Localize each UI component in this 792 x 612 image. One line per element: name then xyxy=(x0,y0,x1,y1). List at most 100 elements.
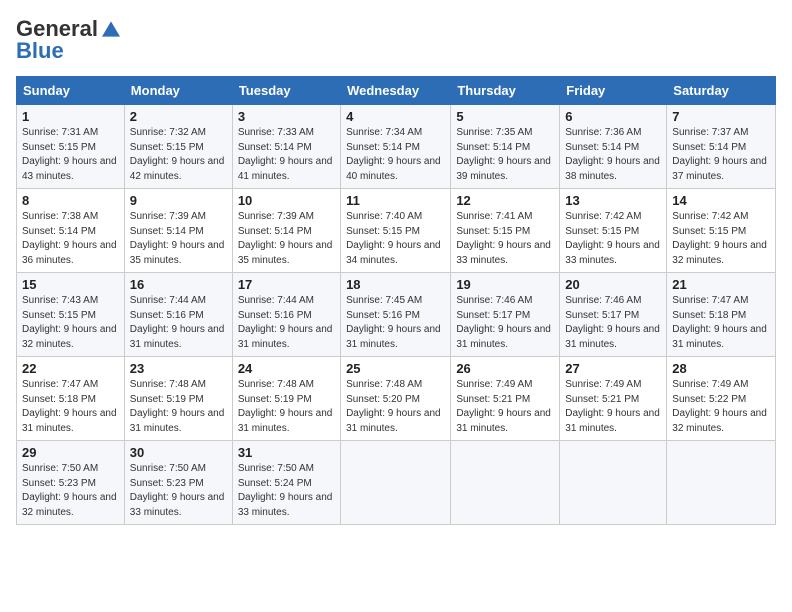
calendar-cell: 2 Sunrise: 7:32 AM Sunset: 5:15 PM Dayli… xyxy=(124,105,232,189)
calendar-cell xyxy=(341,441,451,525)
day-number: 7 xyxy=(672,109,770,124)
day-detail: Sunrise: 7:39 AM Sunset: 5:14 PM Dayligh… xyxy=(238,210,335,268)
day-detail: Sunrise: 7:38 AM Sunset: 5:14 PM Dayligh… xyxy=(22,210,119,268)
day-detail: Sunrise: 7:47 AM Sunset: 5:18 PM Dayligh… xyxy=(672,294,770,352)
day-number: 18 xyxy=(346,277,445,292)
calendar-cell: 15 Sunrise: 7:43 AM Sunset: 5:15 PM Dayl… xyxy=(17,273,125,357)
calendar-cell: 12 Sunrise: 7:41 AM Sunset: 5:15 PM Dayl… xyxy=(451,189,560,273)
day-number: 11 xyxy=(346,193,445,208)
calendar-cell: 18 Sunrise: 7:45 AM Sunset: 5:16 PM Dayl… xyxy=(341,273,451,357)
day-number: 19 xyxy=(456,277,554,292)
calendar-cell: 4 Sunrise: 7:34 AM Sunset: 5:14 PM Dayli… xyxy=(341,105,451,189)
day-number: 10 xyxy=(238,193,335,208)
calendar-cell: 6 Sunrise: 7:36 AM Sunset: 5:14 PM Dayli… xyxy=(560,105,667,189)
weekday-header-tuesday: Tuesday xyxy=(232,77,340,105)
day-detail: Sunrise: 7:49 AM Sunset: 5:21 PM Dayligh… xyxy=(456,378,554,436)
day-detail: Sunrise: 7:43 AM Sunset: 5:15 PM Dayligh… xyxy=(22,294,119,352)
day-detail: Sunrise: 7:42 AM Sunset: 5:15 PM Dayligh… xyxy=(672,210,770,268)
weekday-header-wednesday: Wednesday xyxy=(341,77,451,105)
day-number: 13 xyxy=(565,193,661,208)
day-detail: Sunrise: 7:45 AM Sunset: 5:16 PM Dayligh… xyxy=(346,294,445,352)
day-number: 5 xyxy=(456,109,554,124)
calendar-cell: 23 Sunrise: 7:48 AM Sunset: 5:19 PM Dayl… xyxy=(124,357,232,441)
day-detail: Sunrise: 7:50 AM Sunset: 5:23 PM Dayligh… xyxy=(130,462,227,520)
calendar-cell xyxy=(667,441,776,525)
calendar-cell: 3 Sunrise: 7:33 AM Sunset: 5:14 PM Dayli… xyxy=(232,105,340,189)
calendar-cell: 25 Sunrise: 7:48 AM Sunset: 5:20 PM Dayl… xyxy=(341,357,451,441)
day-detail: Sunrise: 7:48 AM Sunset: 5:20 PM Dayligh… xyxy=(346,378,445,436)
weekday-header-thursday: Thursday xyxy=(451,77,560,105)
day-detail: Sunrise: 7:31 AM Sunset: 5:15 PM Dayligh… xyxy=(22,126,119,184)
calendar-cell: 13 Sunrise: 7:42 AM Sunset: 5:15 PM Dayl… xyxy=(560,189,667,273)
calendar-cell: 9 Sunrise: 7:39 AM Sunset: 5:14 PM Dayli… xyxy=(124,189,232,273)
day-number: 23 xyxy=(130,361,227,376)
day-detail: Sunrise: 7:49 AM Sunset: 5:22 PM Dayligh… xyxy=(672,378,770,436)
day-number: 15 xyxy=(22,277,119,292)
day-number: 3 xyxy=(238,109,335,124)
calendar-cell: 11 Sunrise: 7:40 AM Sunset: 5:15 PM Dayl… xyxy=(341,189,451,273)
logo-blue-label: Blue xyxy=(16,38,64,64)
calendar-cell xyxy=(560,441,667,525)
day-number: 17 xyxy=(238,277,335,292)
day-detail: Sunrise: 7:48 AM Sunset: 5:19 PM Dayligh… xyxy=(130,378,227,436)
calendar-cell: 10 Sunrise: 7:39 AM Sunset: 5:14 PM Dayl… xyxy=(232,189,340,273)
day-detail: Sunrise: 7:41 AM Sunset: 5:15 PM Dayligh… xyxy=(456,210,554,268)
day-detail: Sunrise: 7:44 AM Sunset: 5:16 PM Dayligh… xyxy=(130,294,227,352)
day-detail: Sunrise: 7:39 AM Sunset: 5:14 PM Dayligh… xyxy=(130,210,227,268)
calendar-cell: 26 Sunrise: 7:49 AM Sunset: 5:21 PM Dayl… xyxy=(451,357,560,441)
calendar-cell xyxy=(451,441,560,525)
calendar-cell: 1 Sunrise: 7:31 AM Sunset: 5:15 PM Dayli… xyxy=(17,105,125,189)
day-detail: Sunrise: 7:50 AM Sunset: 5:24 PM Dayligh… xyxy=(238,462,335,520)
day-number: 31 xyxy=(238,445,335,460)
calendar-cell: 20 Sunrise: 7:46 AM Sunset: 5:17 PM Dayl… xyxy=(560,273,667,357)
logo: General Blue xyxy=(16,16,123,64)
day-number: 24 xyxy=(238,361,335,376)
calendar-cell: 21 Sunrise: 7:47 AM Sunset: 5:18 PM Dayl… xyxy=(667,273,776,357)
day-detail: Sunrise: 7:50 AM Sunset: 5:23 PM Dayligh… xyxy=(22,462,119,520)
day-number: 8 xyxy=(22,193,119,208)
day-number: 9 xyxy=(130,193,227,208)
calendar-cell: 5 Sunrise: 7:35 AM Sunset: 5:14 PM Dayli… xyxy=(451,105,560,189)
day-detail: Sunrise: 7:49 AM Sunset: 5:21 PM Dayligh… xyxy=(565,378,661,436)
day-number: 28 xyxy=(672,361,770,376)
day-detail: Sunrise: 7:40 AM Sunset: 5:15 PM Dayligh… xyxy=(346,210,445,268)
calendar-cell: 14 Sunrise: 7:42 AM Sunset: 5:15 PM Dayl… xyxy=(667,189,776,273)
day-detail: Sunrise: 7:33 AM Sunset: 5:14 PM Dayligh… xyxy=(238,126,335,184)
day-number: 12 xyxy=(456,193,554,208)
page-header: General Blue xyxy=(16,16,776,64)
day-detail: Sunrise: 7:36 AM Sunset: 5:14 PM Dayligh… xyxy=(565,126,661,184)
day-number: 25 xyxy=(346,361,445,376)
day-detail: Sunrise: 7:46 AM Sunset: 5:17 PM Dayligh… xyxy=(456,294,554,352)
day-number: 4 xyxy=(346,109,445,124)
calendar-cell: 31 Sunrise: 7:50 AM Sunset: 5:24 PM Dayl… xyxy=(232,441,340,525)
calendar-cell: 28 Sunrise: 7:49 AM Sunset: 5:22 PM Dayl… xyxy=(667,357,776,441)
calendar-cell: 22 Sunrise: 7:47 AM Sunset: 5:18 PM Dayl… xyxy=(17,357,125,441)
day-number: 29 xyxy=(22,445,119,460)
calendar-cell: 7 Sunrise: 7:37 AM Sunset: 5:14 PM Dayli… xyxy=(667,105,776,189)
day-number: 20 xyxy=(565,277,661,292)
day-number: 21 xyxy=(672,277,770,292)
day-number: 30 xyxy=(130,445,227,460)
day-number: 1 xyxy=(22,109,119,124)
day-number: 16 xyxy=(130,277,227,292)
day-number: 2 xyxy=(130,109,227,124)
calendar-cell: 29 Sunrise: 7:50 AM Sunset: 5:23 PM Dayl… xyxy=(17,441,125,525)
day-detail: Sunrise: 7:32 AM Sunset: 5:15 PM Dayligh… xyxy=(130,126,227,184)
calendar-table: SundayMondayTuesdayWednesdayThursdayFrid… xyxy=(16,76,776,525)
calendar-cell: 8 Sunrise: 7:38 AM Sunset: 5:14 PM Dayli… xyxy=(17,189,125,273)
day-detail: Sunrise: 7:46 AM Sunset: 5:17 PM Dayligh… xyxy=(565,294,661,352)
calendar-cell: 19 Sunrise: 7:46 AM Sunset: 5:17 PM Dayl… xyxy=(451,273,560,357)
day-detail: Sunrise: 7:37 AM Sunset: 5:14 PM Dayligh… xyxy=(672,126,770,184)
weekday-header-saturday: Saturday xyxy=(667,77,776,105)
weekday-header-sunday: Sunday xyxy=(17,77,125,105)
calendar-cell: 30 Sunrise: 7:50 AM Sunset: 5:23 PM Dayl… xyxy=(124,441,232,525)
day-detail: Sunrise: 7:42 AM Sunset: 5:15 PM Dayligh… xyxy=(565,210,661,268)
day-detail: Sunrise: 7:48 AM Sunset: 5:19 PM Dayligh… xyxy=(238,378,335,436)
day-number: 6 xyxy=(565,109,661,124)
day-detail: Sunrise: 7:35 AM Sunset: 5:14 PM Dayligh… xyxy=(456,126,554,184)
day-detail: Sunrise: 7:44 AM Sunset: 5:16 PM Dayligh… xyxy=(238,294,335,352)
day-number: 27 xyxy=(565,361,661,376)
day-detail: Sunrise: 7:47 AM Sunset: 5:18 PM Dayligh… xyxy=(22,378,119,436)
calendar-cell: 27 Sunrise: 7:49 AM Sunset: 5:21 PM Dayl… xyxy=(560,357,667,441)
weekday-header-friday: Friday xyxy=(560,77,667,105)
